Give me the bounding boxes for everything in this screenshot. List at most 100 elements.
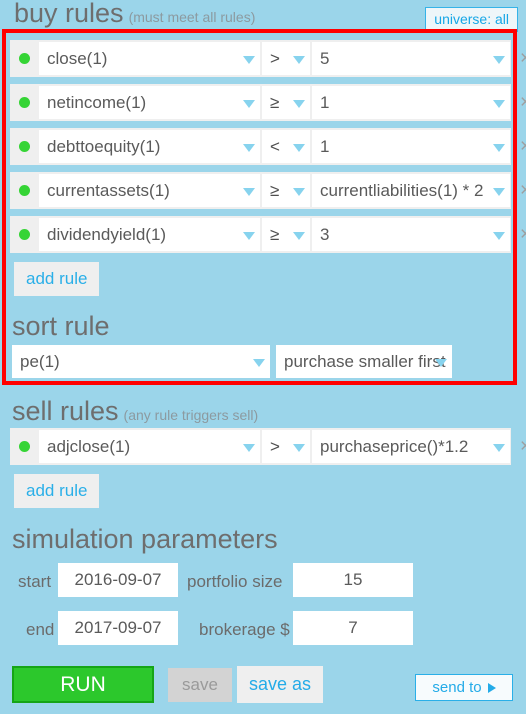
save-as-button[interactable]: save as [237, 666, 323, 703]
remove-rule-button[interactable]: × [510, 128, 526, 165]
rule-operator-select[interactable]: ≥ [262, 86, 310, 119]
sort-direction-select[interactable]: purchase smaller first [276, 345, 452, 378]
rule-field-select[interactable]: currentassets(1) [39, 174, 260, 207]
chevron-down-icon [293, 143, 305, 152]
rule-operator-value: > [270, 436, 280, 456]
remove-rule-button[interactable]: × [510, 172, 526, 209]
sort-rule-row: pe(1) purchase smaller first [12, 345, 452, 379]
chevron-down-icon [293, 99, 305, 108]
chevron-down-icon [293, 55, 305, 64]
end-date-label: end [26, 620, 55, 639]
chevron-down-icon [435, 358, 447, 367]
rule-value-select[interactable]: purchaseprice()*1.2 [312, 430, 510, 463]
rule-operator-select[interactable]: > [262, 430, 310, 463]
rule-value-select[interactable]: 1 [312, 86, 510, 119]
status-dot-icon [19, 441, 30, 452]
chevron-down-icon [493, 231, 505, 240]
run-button[interactable]: RUN [12, 666, 154, 703]
rule-field-select[interactable]: debttoequity(1) [39, 130, 260, 163]
sort-direction-value: purchase smaller first [284, 351, 446, 371]
universe-badge[interactable]: universe: all [425, 7, 518, 32]
table-row[interactable]: close(1) > 5 × [10, 40, 526, 77]
chevron-down-icon [243, 55, 255, 64]
portfolio-size-label: portfolio size [187, 572, 283, 591]
chevron-down-icon [253, 358, 265, 367]
remove-rule-button[interactable]: × [510, 216, 526, 253]
chevron-right-icon [487, 682, 496, 693]
rule-status-indicator [10, 84, 39, 121]
rule-operator-value: > [270, 48, 280, 68]
table-row[interactable]: debttoequity(1) < 1 × [10, 128, 526, 165]
remove-rule-button[interactable]: × [510, 84, 526, 121]
add-buy-rule-button[interactable]: add rule [14, 262, 100, 296]
rule-field-value: adjclose(1) [47, 436, 131, 456]
sell-rules-title: sell rules [12, 396, 119, 426]
table-row[interactable]: adjclose(1) > purchaseprice()*1.2 × [10, 428, 526, 465]
table-row[interactable]: currentassets(1) ≥ currentliabilities(1)… [10, 172, 526, 209]
rule-status-indicator [10, 216, 39, 253]
rule-value-select[interactable]: 1 [312, 130, 510, 163]
rule-field-select[interactable]: netincome(1) [39, 86, 260, 119]
rule-operator-value: ≥ [270, 92, 280, 112]
simulation-parameters-title: simulation parameters [12, 524, 278, 554]
brokerage-field[interactable]: 7 [293, 611, 413, 645]
chevron-down-icon [243, 187, 255, 196]
simulation-parameters-heading: simulation parameters [12, 524, 278, 554]
chevron-down-icon [243, 231, 255, 240]
sort-field-value: pe(1) [20, 351, 60, 371]
rule-operator-select[interactable]: ≥ [262, 174, 310, 207]
chevron-down-icon [293, 443, 305, 452]
rule-value-select[interactable]: 5 [312, 42, 510, 75]
start-date-label: start [18, 572, 52, 591]
save-button[interactable]: save [168, 668, 232, 702]
rule-value-text: purchaseprice()*1.2 [320, 436, 469, 456]
rule-field-value: currentassets(1) [47, 180, 170, 200]
brokerage-label: brokerage $ [199, 620, 290, 639]
buy-rules-heading: buy rules (must meet all rules) [14, 0, 255, 32]
chevron-down-icon [243, 143, 255, 152]
table-row[interactable]: netincome(1) ≥ 1 × [10, 84, 526, 121]
rule-operator-select[interactable]: < [262, 130, 310, 163]
rule-value-text: 1 [320, 136, 330, 156]
add-sell-rule-button[interactable]: add rule [14, 474, 100, 508]
chevron-down-icon [493, 143, 505, 152]
remove-rule-button[interactable]: × [510, 428, 526, 465]
status-dot-icon [19, 97, 30, 108]
rule-field-value: netincome(1) [47, 92, 147, 112]
rule-field-select[interactable]: close(1) [39, 42, 260, 75]
rule-field-select[interactable]: adjclose(1) [39, 430, 260, 463]
rule-value-select[interactable]: 3 [312, 218, 510, 251]
send-to-button[interactable]: send to [415, 674, 513, 701]
rule-operator-value: ≥ [270, 180, 280, 200]
sell-rules-heading: sell rules (any rule triggers sell) [12, 396, 258, 430]
status-dot-icon [19, 229, 30, 240]
send-to-label: send to [432, 679, 482, 696]
rule-operator-select[interactable]: > [262, 42, 310, 75]
rule-operator-select[interactable]: ≥ [262, 218, 310, 251]
sort-rule-title: sort rule [12, 311, 110, 341]
chevron-down-icon [293, 187, 305, 196]
rule-status-indicator [10, 172, 39, 209]
sort-field-select[interactable]: pe(1) [12, 345, 270, 378]
rule-value-text: currentliabilities(1) * 2 [320, 180, 484, 200]
portfolio-size-field[interactable]: 15 [293, 563, 413, 597]
chevron-down-icon [493, 443, 505, 452]
status-dot-icon [19, 185, 30, 196]
start-date-field[interactable]: 2016-09-07 [58, 563, 178, 597]
rule-field-value: dividendyield(1) [47, 224, 167, 244]
end-date-field[interactable]: 2017-09-07 [58, 611, 178, 645]
sell-rules-hint: (any rule triggers sell) [123, 407, 259, 423]
remove-rule-button[interactable]: × [510, 40, 526, 77]
rule-value-select[interactable]: currentliabilities(1) * 2 [312, 174, 510, 207]
chevron-down-icon [243, 443, 255, 452]
rule-value-text: 1 [320, 92, 330, 112]
buy-rules-hint: (must meet all rules) [128, 9, 256, 25]
rule-field-value: close(1) [47, 48, 108, 68]
rule-field-select[interactable]: dividendyield(1) [39, 218, 260, 251]
rule-status-indicator [10, 40, 39, 77]
sort-rule-heading: sort rule [12, 311, 110, 341]
table-row[interactable]: dividendyield(1) ≥ 3 × [10, 216, 526, 253]
rule-operator-value: ≥ [270, 224, 280, 244]
rule-value-text: 5 [320, 48, 330, 68]
chevron-down-icon [243, 99, 255, 108]
